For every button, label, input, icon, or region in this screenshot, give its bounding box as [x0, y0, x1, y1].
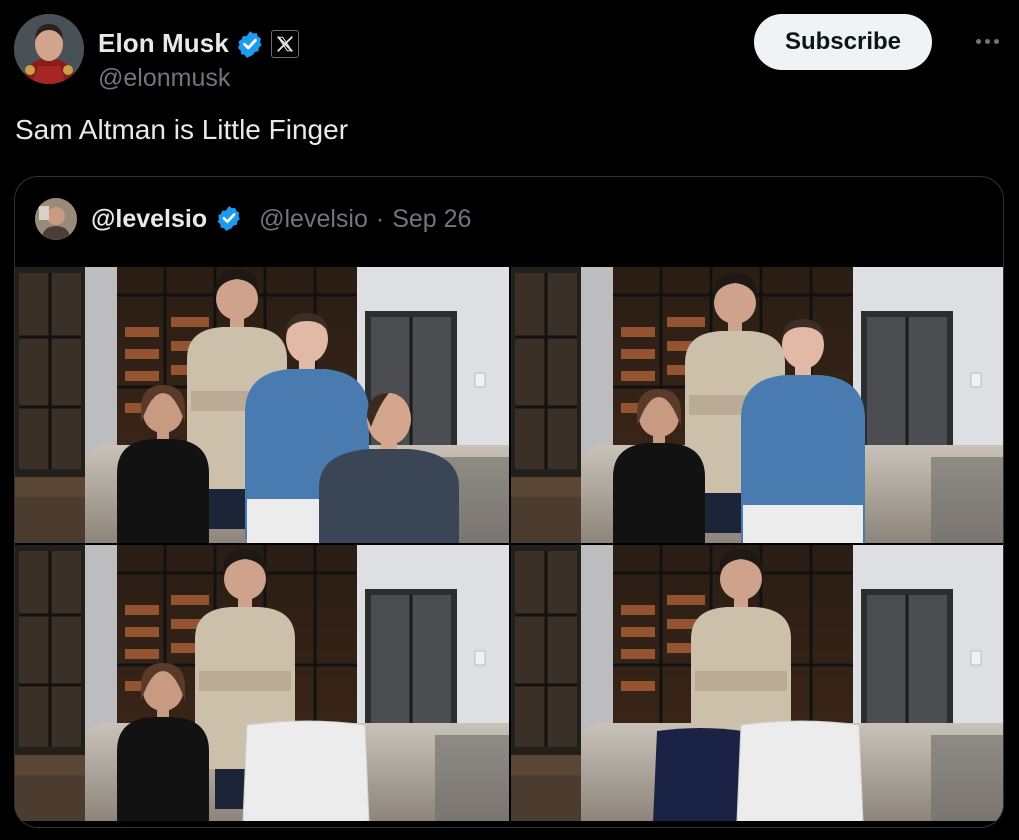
- profile-photo: [14, 14, 84, 84]
- quoted-date[interactable]: Sep 26: [392, 205, 471, 234]
- quoted-display-name[interactable]: @levelsio: [91, 205, 207, 234]
- author-handle[interactable]: @elonmusk: [98, 64, 230, 93]
- author-display-name[interactable]: Elon Musk: [98, 28, 229, 59]
- media-photo-4[interactable]: [511, 545, 1003, 821]
- avatar[interactable]: [14, 14, 84, 84]
- quoted-profile-photo: [35, 198, 77, 240]
- verified-badge-icon[interactable]: [215, 204, 245, 234]
- x-logo-icon: [270, 29, 299, 58]
- verified-badge-icon[interactable]: [235, 29, 265, 59]
- more-dots-icon[interactable]: [969, 26, 1005, 56]
- quoted-tweet[interactable]: @levelsio @levelsio · Sep 26: [14, 176, 1004, 828]
- tweet-header: Elon Musk @elonmusk Subscribe: [14, 14, 1005, 92]
- quoted-tweet-header: @levelsio @levelsio · Sep 26: [35, 197, 471, 241]
- media-photo-2[interactable]: [511, 267, 1003, 543]
- media-photo-3[interactable]: [15, 545, 509, 821]
- media-photo-1[interactable]: [15, 267, 509, 543]
- quoted-avatar[interactable]: [35, 198, 77, 240]
- tweet-text: Sam Altman is Little Finger: [15, 114, 349, 145]
- media-grid: [15, 267, 1003, 827]
- author-name-row: Elon Musk: [98, 28, 299, 59]
- separator-dot: ·: [375, 204, 385, 233]
- quoted-handle[interactable]: @levelsio: [259, 205, 368, 234]
- subscribe-button[interactable]: Subscribe: [754, 14, 932, 70]
